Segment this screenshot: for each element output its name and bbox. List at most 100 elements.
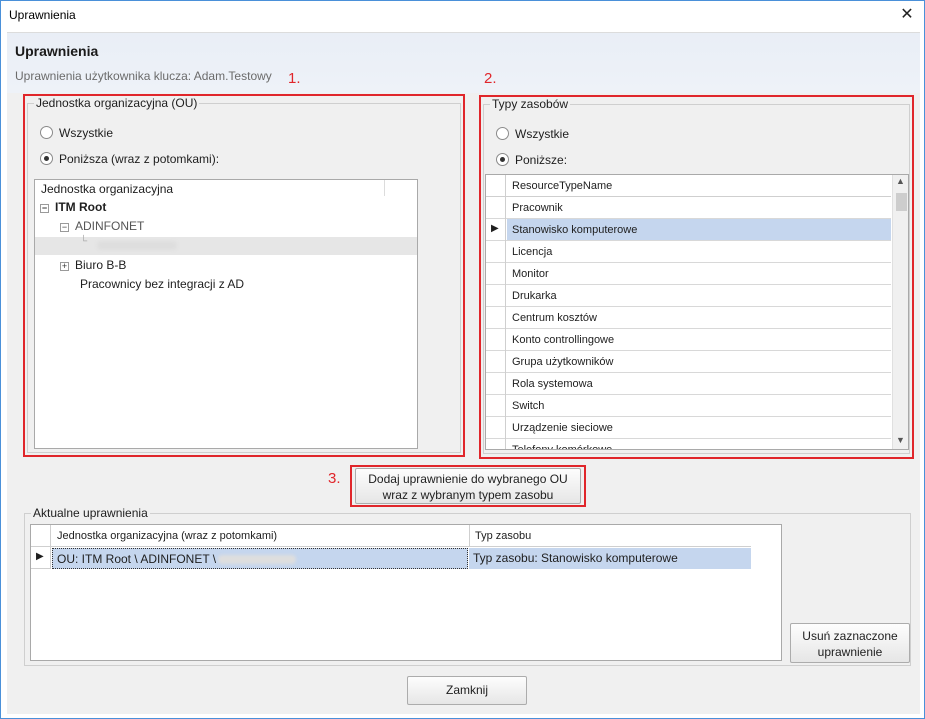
- tree-node-label: ADINFONET: [75, 219, 145, 233]
- close-button[interactable]: Zamknij: [407, 676, 527, 705]
- current-row-arrow-icon: ▶: [491, 223, 499, 234]
- close-icon[interactable]: ✕: [890, 1, 924, 30]
- types-radio-below-label: Poniższe:: [515, 153, 568, 167]
- page-title: Uprawnienia: [15, 43, 99, 59]
- tree-column-divider: [384, 180, 385, 196]
- grid-row[interactable]: Centrum kosztów: [486, 307, 891, 329]
- ou-groupbox-legend: Jednostka organizacyjna (OU): [34, 96, 200, 110]
- grid-cell: Telefony komórkowe: [512, 444, 613, 450]
- types-groupbox-legend: Typy zasobów: [490, 97, 571, 111]
- grid-row[interactable]: Rola systemowa: [486, 373, 891, 395]
- grid-cell: Licencja: [512, 246, 553, 258]
- dialog-client: Uprawnienia Uprawnienia użytkownika kluc…: [7, 32, 920, 714]
- row-header[interactable]: ▶: [31, 547, 51, 569]
- grid-cell: Drukarka: [512, 290, 557, 302]
- row-header[interactable]: [486, 263, 506, 285]
- tree-column-header: Jednostka organizacyjna: [41, 182, 174, 196]
- grid-row[interactable]: Licencja: [486, 241, 891, 263]
- current-row-ou-cell[interactable]: OU: ITM Root \ ADINFONET \: [52, 548, 468, 569]
- row-header[interactable]: ▶: [486, 219, 506, 241]
- types-radio-all-label: Wszystkie: [515, 127, 569, 141]
- tree-node-label: ITM Root: [55, 200, 107, 214]
- add-button-line1: Dodaj uprawnienie do wybranego OU: [368, 472, 568, 486]
- remove-permission-button[interactable]: Usuń zaznaczone uprawnienie: [790, 623, 910, 663]
- row-header[interactable]: [486, 241, 506, 263]
- add-button-line2: wraz z wybranym typem zasobu: [382, 488, 554, 502]
- radio-selected-icon: [40, 152, 53, 165]
- column-header-type: Typ zasobu: [475, 530, 532, 542]
- redacted-ou-name: [97, 241, 177, 250]
- tree-line-icon: └: [80, 236, 88, 247]
- grid-header-row: ResourceTypeName: [486, 175, 891, 197]
- collapse-icon[interactable]: −: [40, 204, 49, 213]
- row-header[interactable]: [486, 285, 506, 307]
- page-subtitle: Uprawnienia użytkownika klucza: Adam.Tes…: [15, 69, 272, 83]
- vertical-scrollbar[interactable]: ▲ ▼: [892, 175, 908, 449]
- grid-row[interactable]: Urządzenie sieciowe: [486, 417, 891, 439]
- grid-cell: Pracownik: [512, 202, 563, 214]
- grid-cell: Stanowisko komputerowe: [507, 219, 891, 240]
- ou-tree[interactable]: Jednostka organizacyjna − ITM Root − ADINF…: [34, 179, 418, 449]
- row-header[interactable]: [486, 417, 506, 439]
- grid-cell: Konto controllingowe: [512, 334, 615, 346]
- current-permissions-groupbox: Aktualne uprawnienia Jednostka organizac…: [24, 506, 911, 666]
- row-header[interactable]: [486, 373, 506, 395]
- grid-row[interactable]: ▶ Stanowisko komputerowe: [486, 219, 891, 241]
- grid-cell: Monitor: [512, 268, 549, 280]
- types-groupbox: Typy zasobów Wszystkie Poniższe: Resourc…: [483, 97, 910, 454]
- grid-cell: Switch: [512, 400, 545, 412]
- header-band: Uprawnienia Uprawnienia użytkownika kluc…: [7, 33, 920, 93]
- window-title: Uprawnienia: [9, 8, 76, 22]
- current-groupbox-legend: Aktualne uprawnienia: [31, 506, 150, 520]
- marker-3: 3.: [328, 470, 341, 487]
- tree-node-label: Pracownicy bez integracji z AD: [80, 277, 245, 291]
- current-permissions-grid[interactable]: Jednostka organizacyjna (wraz z potomkam…: [30, 524, 782, 661]
- column-header-ou: Jednostka organizacyjna (wraz z potomkam…: [57, 530, 278, 542]
- marker-2: 2.: [484, 70, 497, 87]
- scrollbar-thumb[interactable]: [896, 193, 907, 211]
- collapse-icon[interactable]: −: [60, 223, 69, 232]
- types-radio-below[interactable]: Poniższe:: [496, 153, 567, 167]
- row-header[interactable]: [486, 439, 506, 449]
- tree-node-biuro[interactable]: + Biuro B-B: [60, 258, 126, 272]
- ou-radio-all[interactable]: Wszystkie: [40, 126, 113, 140]
- row-header[interactable]: [486, 351, 506, 373]
- radio-icon: [40, 126, 53, 139]
- scroll-up-icon[interactable]: ▲: [896, 176, 905, 186]
- tree-node-itm-root[interactable]: − ITM Root: [40, 200, 106, 214]
- row-header[interactable]: [486, 329, 506, 351]
- radio-selected-icon: [496, 153, 509, 166]
- ou-groupbox: Jednostka organizacyjna (OU) Wszystkie P…: [27, 96, 461, 453]
- grid-row[interactable]: Monitor: [486, 263, 891, 285]
- grid-row[interactable]: Grupa użytkowników: [486, 351, 891, 373]
- grid-cell: Urządzenie sieciowe: [512, 422, 613, 434]
- ou-radio-below-label: Poniższa (wraz z potomkami):: [59, 152, 220, 166]
- add-permission-button[interactable]: Dodaj uprawnienie do wybranego OU wraz z…: [355, 468, 581, 504]
- grid-row[interactable]: Telefony komórkowe: [486, 439, 891, 450]
- tree-node-adinfonet[interactable]: − ADINFONET: [60, 219, 144, 233]
- grid-row[interactable]: Konto controllingowe: [486, 329, 891, 351]
- dialog-window: Uprawnienia ✕ Uprawnienia Uprawnienia uż…: [0, 0, 925, 719]
- expand-icon[interactable]: +: [60, 262, 69, 271]
- ou-radio-below[interactable]: Poniższa (wraz z potomkami):: [40, 152, 219, 166]
- grid-row[interactable]: Pracownik: [486, 197, 891, 219]
- remove-button-line1: Usuń zaznaczone: [802, 629, 898, 643]
- row-header[interactable]: [486, 395, 506, 417]
- remove-button-line2: uprawnienie: [817, 645, 883, 659]
- grid-row[interactable]: Drukarka: [486, 285, 891, 307]
- row-header[interactable]: [486, 307, 506, 329]
- grid-cell: Grupa użytkowników: [512, 356, 614, 368]
- types-radio-all[interactable]: Wszystkie: [496, 127, 569, 141]
- grid-cell: Rola systemowa: [512, 378, 593, 390]
- scroll-down-icon[interactable]: ▼: [896, 435, 905, 445]
- grid-header-row: Jednostka organizacyjna (wraz z potomkam…: [31, 525, 751, 547]
- current-row-type-cell[interactable]: Typ zasobu: Stanowisko komputerowe: [469, 548, 751, 569]
- tree-node-pracownicy[interactable]: Pracownicy bez integracji z AD: [80, 277, 244, 291]
- tree-node-label: Biuro B-B: [75, 258, 127, 272]
- resource-types-grid[interactable]: ResourceTypeName Pracownik ▶ Stanowisko ko…: [485, 174, 909, 450]
- row-header[interactable]: [486, 197, 506, 219]
- current-row-arrow-icon: ▶: [36, 551, 44, 562]
- tree-node-selected[interactable]: └: [35, 236, 417, 255]
- grid-row[interactable]: Switch: [486, 395, 891, 417]
- grid-cell: Centrum kosztów: [512, 312, 597, 324]
